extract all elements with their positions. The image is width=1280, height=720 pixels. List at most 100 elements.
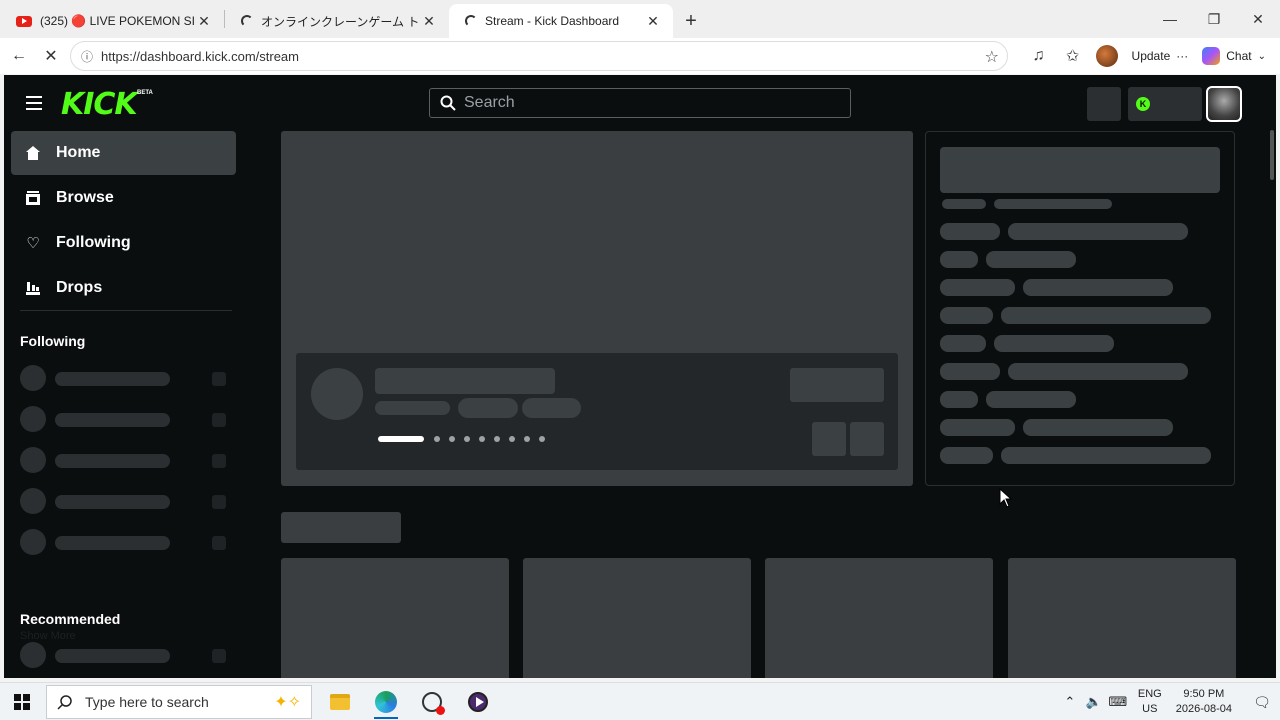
loading-icon — [465, 15, 477, 27]
carousel-dot[interactable] — [494, 436, 500, 442]
profile-button[interactable] — [1092, 41, 1122, 71]
sidebar-item-home[interactable]: Home — [11, 131, 236, 175]
user-avatar[interactable] — [1206, 86, 1242, 122]
heart-icon: ♡ — [26, 235, 40, 252]
loading-icon — [241, 15, 253, 27]
following-heading: Following — [20, 333, 86, 349]
drops-icon — [25, 280, 41, 296]
carousel-dot[interactable] — [449, 436, 455, 442]
media-player-taskbar-icon[interactable] — [458, 685, 498, 719]
recommended-heading: Recommended — [20, 611, 121, 627]
update-button[interactable]: Update ··· — [1126, 49, 1195, 63]
section-title-skeleton — [281, 512, 401, 543]
sidebar-item-browse[interactable]: Browse — [11, 176, 236, 220]
close-window-icon[interactable]: ✕ — [1236, 0, 1280, 38]
kicks-balance-button[interactable]: K — [1128, 87, 1202, 121]
tab-title: オンラインクレーンゲーム トレバ — [261, 14, 421, 29]
copilot-chat-button[interactable]: Chat ⌄ — [1198, 47, 1270, 65]
sidebar-item-label: Browse — [56, 189, 114, 206]
site-info-icon[interactable]: ⓘ — [81, 48, 93, 65]
browser-tab-active[interactable]: Stream - Kick Dashboard ✕ — [449, 4, 673, 38]
back-button[interactable]: ← — [2, 41, 36, 71]
show-more-link[interactable]: Show More — [20, 630, 76, 642]
text-skeleton — [375, 401, 450, 415]
stop-loading-button[interactable]: ✕ — [34, 41, 68, 71]
sidebar-item-following[interactable]: ♡ Following — [11, 221, 236, 265]
kicks-icon: K — [1136, 97, 1150, 111]
home-icon — [25, 145, 41, 161]
new-tab-button[interactable]: + — [673, 4, 709, 38]
search-icon — [57, 695, 72, 710]
menu-icon[interactable] — [26, 96, 42, 110]
next-button-skeleton[interactable] — [850, 422, 884, 456]
top-navigation: KICK BETA Search K — [4, 75, 1276, 131]
taskbar-search-placeholder: Type here to search — [85, 694, 209, 710]
taskbar-clock[interactable]: 9:50 PM 2026-08-04 — [1176, 687, 1232, 717]
keyboard-icon[interactable]: ⌨ — [1106, 694, 1130, 710]
sidebar-item-drops[interactable]: Drops — [11, 266, 236, 310]
carousel-dot[interactable] — [434, 436, 440, 442]
prev-button-skeleton[interactable] — [812, 422, 846, 456]
youtube-icon — [16, 15, 32, 27]
search-placeholder: Search — [464, 94, 515, 111]
stream-card-skeleton[interactable] — [281, 558, 509, 678]
favorite-star-icon[interactable]: ☆ — [985, 47, 999, 67]
chat-line-skeleton — [940, 391, 978, 408]
stream-card-skeleton[interactable] — [765, 558, 993, 678]
skeleton-button[interactable] — [1087, 87, 1121, 121]
stream-card-skeleton[interactable] — [1008, 558, 1236, 678]
favorites-icon[interactable]: ✩ — [1058, 41, 1088, 71]
carousel-dot[interactable] — [464, 436, 470, 442]
carousel-dot[interactable] — [509, 436, 515, 442]
button-skeleton — [790, 368, 884, 402]
obs-taskbar-icon[interactable] — [412, 685, 452, 719]
browser-tab[interactable]: オンラインクレーンゲーム トレバ ✕ — [225, 4, 449, 38]
sidebar-item-label: Home — [56, 144, 101, 161]
edge-taskbar-icon[interactable] — [366, 685, 406, 719]
search-input[interactable]: Search — [429, 88, 851, 118]
carousel-dot[interactable] — [539, 436, 545, 442]
play-icon — [468, 692, 488, 712]
featured-info-card-skeleton — [296, 353, 898, 470]
tab-close-icon[interactable]: ✕ — [196, 13, 212, 29]
address-bar[interactable]: ⓘ https://dashboard.kick.com/stream ☆ — [70, 41, 1008, 71]
window-controls: — ❐ ✕ — [1148, 0, 1280, 38]
taskbar-search-input[interactable]: Type here to search ✦✧ — [46, 685, 312, 719]
kick-page: KICK BETA Search K Home Browse ♡ Followi… — [4, 75, 1276, 678]
volume-icon[interactable]: 🔈 — [1082, 694, 1106, 710]
tab-close-icon[interactable]: ✕ — [645, 13, 661, 29]
more-icon[interactable]: ··· — [1176, 49, 1188, 63]
mouse-cursor-icon — [999, 488, 1013, 508]
carousel-dot-active[interactable] — [378, 436, 424, 442]
url-text: https://dashboard.kick.com/stream — [101, 48, 299, 64]
tag-skeleton — [522, 398, 581, 418]
browser-tab[interactable]: (325) 🔴 LIVE POKEMON SINGLES ✕ — [0, 4, 224, 38]
chat-line-skeleton — [986, 391, 1076, 408]
restore-icon[interactable]: ❐ — [1192, 0, 1236, 38]
page-scrollbar[interactable] — [1270, 130, 1274, 180]
chat-line-skeleton — [940, 251, 978, 268]
carousel-dot[interactable] — [524, 436, 530, 442]
chat-line-skeleton — [940, 419, 1015, 436]
tab-close-icon[interactable]: ✕ — [421, 13, 437, 29]
kick-logo[interactable]: KICK — [61, 87, 138, 122]
chat-panel-skeleton — [925, 131, 1235, 486]
chat-line-skeleton — [940, 279, 1015, 296]
chat-line-skeleton — [986, 251, 1076, 268]
media-icon[interactable]: ♫ — [1024, 41, 1054, 71]
channel-skeleton-row — [20, 529, 232, 555]
input-language[interactable]: ENG US — [1138, 687, 1162, 717]
language-code: ENG — [1137, 688, 1162, 700]
chat-label: Chat — [1226, 49, 1252, 63]
channel-skeleton-row — [20, 488, 232, 514]
featured-stream-skeleton[interactable] — [281, 131, 913, 486]
carousel-dot[interactable] — [479, 436, 485, 442]
region-code: US — [1142, 703, 1158, 715]
notifications-icon[interactable]: 🗨 — [1244, 694, 1280, 711]
chevron-up-icon[interactable]: ⌃ — [1058, 694, 1082, 710]
minimize-icon[interactable]: — — [1148, 0, 1192, 38]
windows-start-icon[interactable] — [14, 694, 30, 710]
stream-card-skeleton[interactable] — [523, 558, 751, 678]
file-explorer-taskbar-icon[interactable] — [320, 685, 360, 719]
chat-line-skeleton — [1001, 447, 1211, 464]
